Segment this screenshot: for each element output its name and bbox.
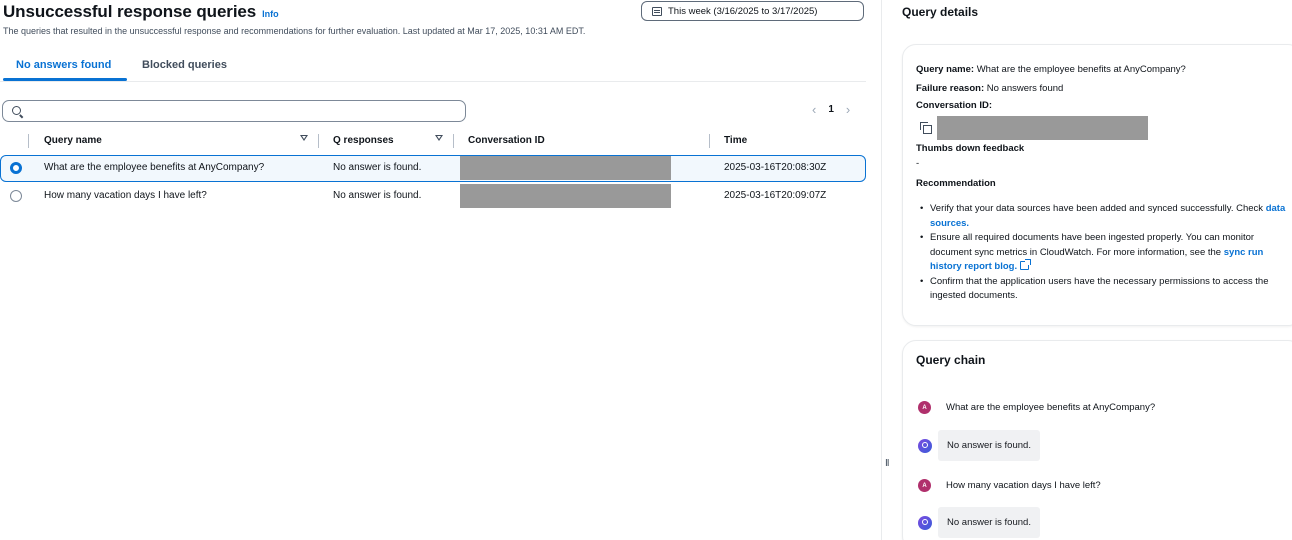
page-description: The queries that resulted in the unsucce… [3, 26, 586, 36]
info-link[interactable]: Info [262, 9, 279, 19]
conversation-id-label: Conversation ID: [916, 100, 993, 111]
user-avatar: A [918, 401, 931, 414]
table-header: Query name Q responses Conversation ID T… [0, 130, 866, 152]
recommendation-item: Confirm that the application users have … [918, 275, 1290, 304]
user-avatar: A [918, 479, 931, 492]
calendar-icon [652, 6, 662, 16]
search-input[interactable] [2, 100, 466, 122]
assistant-avatar-icon [918, 515, 932, 530]
tab-blocked-queries[interactable]: Blocked queries [142, 59, 227, 71]
chat-message-text: No answer is found. [938, 507, 1040, 538]
failure-reason-label: Failure reason: [916, 83, 985, 94]
pagination: ‹ 1 › [812, 103, 850, 116]
conversation-id-redacted [460, 184, 671, 208]
column-header-time[interactable]: Time [724, 135, 747, 146]
panel-splitter[interactable] [881, 0, 882, 540]
recommendation-item: Ensure all required documents have been … [918, 231, 1290, 275]
chat-message-assistant: No answer is found. [918, 430, 1040, 461]
recommendation-item: Verify that your data sources have been … [918, 202, 1290, 231]
tab-no-answers-found[interactable]: No answers found [16, 59, 111, 71]
chat-message-user: A What are the employee benefits at AnyC… [918, 401, 1155, 414]
table-row[interactable]: How many vacation days I have left? No a… [0, 183, 866, 210]
resize-handle-icon[interactable]: II [885, 458, 889, 469]
column-divider [28, 134, 29, 148]
query-chain-title: Query chain [916, 353, 986, 367]
failure-reason-field: Failure reason: No answers found [916, 83, 1063, 94]
q-response-cell: No answer is found. [333, 190, 422, 201]
query-name-cell: How many vacation days I have left? [44, 190, 207, 201]
title-row: Unsuccessful response queries Info [3, 2, 279, 22]
time-cell: 2025-03-16T20:08:30Z [724, 162, 827, 173]
table-row[interactable]: What are the employee benefits at AnyCom… [0, 155, 866, 182]
conversation-id-redacted [937, 116, 1148, 140]
thumbs-down-label: Thumbs down feedback [916, 143, 1025, 154]
next-page-icon[interactable]: › [846, 103, 850, 116]
current-page[interactable]: 1 [828, 104, 834, 115]
column-header-q-responses[interactable]: Q responses [333, 135, 394, 146]
copy-icon[interactable] [920, 122, 932, 134]
time-cell: 2025-03-16T20:09:07Z [724, 190, 827, 201]
date-range-label: This week (3/16/2025 to 3/17/2025) [668, 5, 818, 17]
search-icon [12, 106, 21, 115]
recommendation-label: Recommendation [916, 178, 996, 189]
column-divider[interactable] [453, 134, 454, 148]
column-header-query-name[interactable]: Query name [44, 135, 102, 146]
chat-message-user: A How many vacation days I have left? [918, 479, 1101, 492]
query-name-field: Query name: What are the employee benefi… [916, 64, 1186, 75]
chat-message-text: What are the employee benefits at AnyCom… [946, 402, 1156, 413]
assistant-avatar-icon [918, 438, 932, 453]
external-link-icon[interactable] [1020, 259, 1032, 270]
chat-message-text: No answer is found. [938, 430, 1040, 461]
chat-message-assistant: No answer is found. [918, 507, 1040, 538]
previous-page-icon[interactable]: ‹ [812, 103, 816, 116]
page-title: Unsuccessful response queries [3, 2, 257, 21]
thumbs-down-value: - [916, 158, 920, 169]
queries-pane: Unsuccessful response queries Info The q… [0, 0, 870, 540]
failure-reason-value: No answers found [986, 83, 1064, 94]
row-radio-selected[interactable] [10, 162, 22, 174]
date-range-button[interactable]: This week (3/16/2025 to 3/17/2025) [641, 1, 864, 21]
query-name-label: Query name: [916, 64, 975, 75]
column-divider[interactable] [318, 134, 319, 148]
tab-bar: No answers found Blocked queries [0, 52, 866, 82]
active-tab-indicator [3, 78, 127, 81]
sort-down-icon[interactable] [435, 135, 443, 141]
chat-message-text: How many vacation days I have left? [946, 480, 1101, 491]
row-radio[interactable] [10, 190, 22, 202]
conversation-id-redacted [460, 156, 671, 180]
query-name-cell: What are the employee benefits at AnyCom… [44, 162, 265, 173]
query-details-title: Query details [902, 5, 979, 19]
q-response-cell: No answer is found. [333, 162, 422, 173]
recommendation-list: Verify that your data sources have been … [918, 202, 1290, 304]
column-divider[interactable] [709, 134, 710, 148]
sort-down-icon[interactable] [300, 135, 308, 141]
query-name-value: What are the employee benefits at AnyCom… [976, 64, 1186, 75]
column-header-conversation-id[interactable]: Conversation ID [468, 135, 545, 146]
